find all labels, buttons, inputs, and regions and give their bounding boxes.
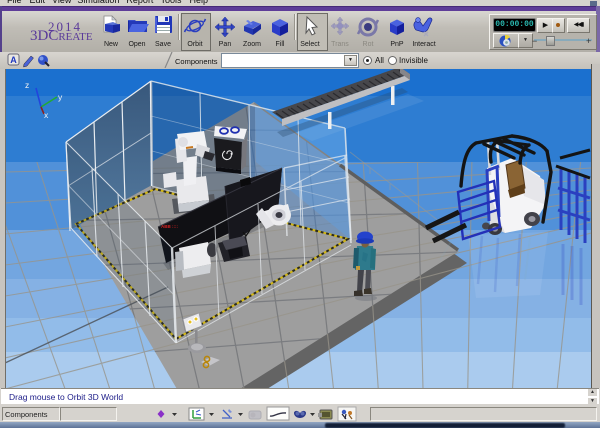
svg-text:z: z <box>25 80 29 90</box>
svg-text:A: A <box>10 55 17 65</box>
svg-text:ABB ::::: ABB :::: <box>161 224 178 229</box>
